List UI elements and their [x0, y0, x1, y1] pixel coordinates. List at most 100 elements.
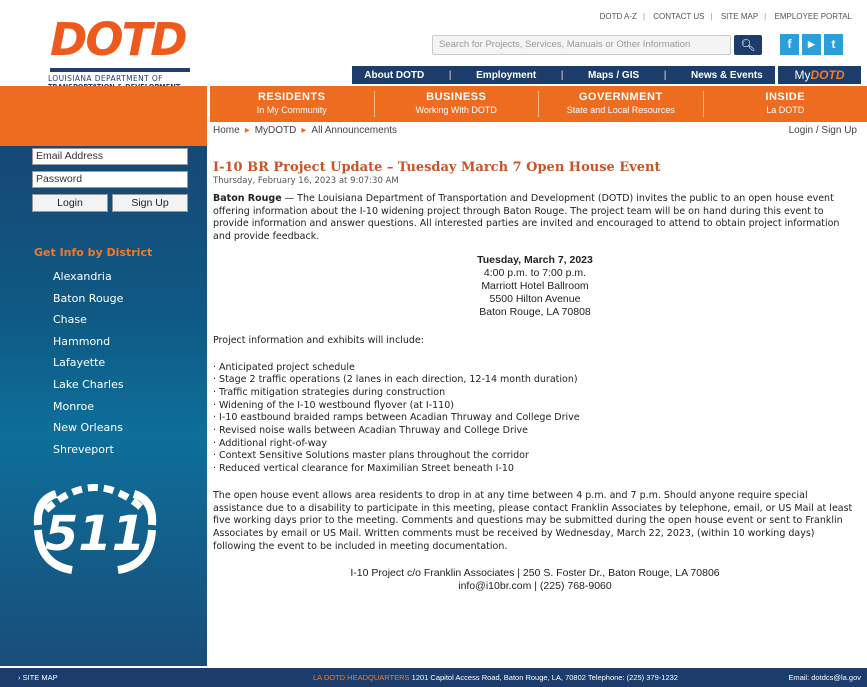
login-button[interactable]: Login [32, 194, 108, 212]
511-logo[interactable]: 511 [16, 470, 174, 580]
sidebar-top-band [0, 86, 207, 146]
nav-sub-label: State and Local Resources [566, 105, 675, 115]
footer-hq: LA DOTD HEADQUARTERS 1201 Capitol Access… [313, 668, 678, 687]
login-form: Email Address Password Login Sign Up [32, 148, 188, 212]
district-heading: Get Info by District [34, 246, 153, 259]
my-label: My [794, 68, 811, 82]
top-links: DOTD A-Z | CONTACT US | SITE MAP | EMPLOYEE… [597, 12, 855, 21]
511-text: 511 [45, 506, 145, 562]
nav-government[interactable]: GOVERNMENT State and Local Resources [539, 91, 704, 117]
nav-main-label: BUSINESS [426, 91, 487, 103]
my-dotd-button[interactable]: MyDOTD [778, 66, 861, 84]
breadcrumb-arrow-icon: ▸ [301, 125, 307, 136]
logo-bar [50, 68, 190, 72]
list-item: · Anticipated project schedule [213, 361, 355, 373]
search-button[interactable]: 🔍︎ [734, 35, 762, 55]
list-item: · Reduced vertical clearance for Maximil… [213, 463, 514, 475]
footer-site-map-link[interactable]: › SITE MAP [18, 668, 58, 687]
nav-sub-label: Working With DOTD [415, 105, 497, 115]
separator: | [448, 69, 452, 81]
list-item: · I-10 eastbound braided ramps between A… [213, 412, 580, 424]
nav-main-label: RESIDENTS [258, 91, 326, 103]
breadcrumb-home[interactable]: Home [213, 125, 240, 136]
password-field[interactable]: Password [32, 171, 188, 188]
article-lead: Baton Rouge — The Louisiana Department o… [213, 193, 857, 244]
top-nav: About DOTD | Employment | Maps / GIS | N… [352, 66, 775, 84]
logo-text: DOTD [50, 13, 188, 66]
link-employee-portal[interactable]: EMPLOYEE PORTAL [771, 12, 855, 21]
facebook-icon[interactable]: f [780, 34, 799, 55]
logo-subtitle-1: LOUISIANA DEPARTMENT OF [48, 74, 163, 83]
nav-employment[interactable]: Employment [476, 70, 536, 81]
district-lafayette[interactable]: Lafayette [53, 352, 124, 374]
list-item: · Context Sensitive Solutions master pla… [213, 450, 529, 462]
header: DOTD LOUISIANA DEPARTMENT OF TRANSPORTAT… [0, 0, 867, 91]
district-chase[interactable]: Chase [53, 309, 124, 331]
event-time: 4:00 p.m. to 7:00 p.m. [483, 266, 587, 279]
district-alexandria[interactable]: Alexandria [53, 266, 124, 288]
breadcrumb-announcements[interactable]: All Announcements [311, 125, 397, 136]
footer-email[interactable]: Email: dotdcs@la.gov [788, 668, 861, 687]
contact-address: I-10 Project c/o Franklin Associates | 2… [350, 567, 720, 580]
items-list: · Anticipated project schedule · Stage 2… [213, 362, 857, 476]
breadcrumb: Home ▸ MyDOTD ▸ All Announcements [213, 125, 397, 136]
nav-about-dotd[interactable]: About DOTD [364, 70, 424, 81]
email-field[interactable]: Email Address [32, 148, 188, 165]
list-item: · Revised noise walls between Acadian Th… [213, 425, 528, 437]
search-input[interactable]: Search for Projects, Services, Manuals o… [432, 35, 731, 55]
my-dotd-brand: DOTD [810, 68, 845, 82]
separator: | [663, 69, 667, 81]
sidebar: Email Address Password Login Sign Up Get… [0, 86, 207, 666]
nav-inside[interactable]: INSIDE La DOTD [704, 91, 867, 117]
separator: | [710, 12, 713, 21]
nav-news-events[interactable]: News & Events [691, 70, 763, 81]
search-icon: 🔍︎ [740, 38, 756, 52]
audience-nav: RESIDENTS In My Community BUSINESS Worki… [210, 86, 867, 122]
footer-hq-label: LA DOTD HEADQUARTERS [313, 673, 410, 682]
event-city: Baton Rouge, LA 70808 [479, 305, 591, 318]
district-lake-charles[interactable]: Lake Charles [53, 374, 124, 396]
footer-hq-address: 1201 Capitol Access Road, Baton Rouge, L… [409, 673, 678, 682]
contact-block: I-10 Project c/o Franklin Associates | 2… [213, 567, 857, 593]
list-item: · Widening of the I-10 westbound flyover… [213, 399, 454, 411]
list-item: · Additional right-of-way [213, 437, 327, 449]
page: DOTD LOUISIANA DEPARTMENT OF TRANSPORTAT… [0, 0, 867, 687]
article-closing: The open house event allows area residen… [213, 489, 853, 552]
signup-button[interactable]: Sign Up [112, 194, 188, 212]
article-date: Thursday, February 16, 2023 at 9:07:30 A… [213, 176, 399, 186]
lead-location: Baton Rouge [213, 193, 282, 204]
nav-residents[interactable]: RESIDENTS In My Community [210, 91, 375, 117]
link-site-map[interactable]: SITE MAP [718, 12, 761, 21]
article-title: I-10 BR Project Update – Tuesday March 7… [213, 160, 661, 175]
district-monroe[interactable]: Monroe [53, 396, 124, 418]
nav-maps-gis[interactable]: Maps / GIS [588, 70, 639, 81]
breadcrumb-mydotd[interactable]: MyDOTD [255, 125, 297, 136]
items-intro: Project information and exhibits will in… [213, 334, 424, 346]
event-details: Tuesday, March 7, 2023 4:00 p.m. to 7:00… [213, 254, 857, 319]
login-signup-link[interactable]: Login / Sign Up [789, 125, 857, 136]
separator: | [642, 12, 646, 21]
dotd-logo[interactable]: DOTD LOUISIANA DEPARTMENT OF TRANSPORTAT… [44, 14, 192, 96]
district-baton-rouge[interactable]: Baton Rouge [53, 288, 124, 310]
event-date: Tuesday, March 7, 2023 [477, 253, 593, 266]
district-new-orleans[interactable]: New Orleans [53, 417, 124, 439]
article: I-10 BR Project Update – Tuesday March 7… [213, 160, 857, 593]
district-shreveport[interactable]: Shreveport [53, 439, 124, 461]
district-hammond[interactable]: Hammond [53, 331, 124, 353]
lead-text: — The Louisiana Department of Transporta… [213, 193, 840, 243]
link-dotd-az[interactable]: DOTD A-Z [597, 12, 640, 21]
contact-email-phone[interactable]: info@i10br.com | (225) 768-9060 [213, 580, 857, 593]
youtube-icon[interactable]: ▶ [802, 34, 821, 55]
nav-sub-label: In My Community [256, 105, 327, 115]
nav-business[interactable]: BUSINESS Working With DOTD [375, 91, 539, 117]
district-list: Alexandria Baton Rouge Chase Hammond Laf… [53, 266, 124, 460]
event-place: Marriott Hotel Ballroom [481, 279, 589, 292]
twitter-icon[interactable]: t [824, 34, 843, 55]
event-street: 5500 Hilton Avenue [489, 292, 581, 305]
login-buttons: Login Sign Up [32, 194, 188, 212]
nav-main-label: INSIDE [765, 91, 806, 103]
link-contact-us[interactable]: CONTACT US [650, 12, 707, 21]
separator: | [560, 69, 564, 81]
list-item: · Stage 2 traffic operations (2 lanes in… [213, 374, 578, 386]
separator: | [764, 12, 767, 21]
